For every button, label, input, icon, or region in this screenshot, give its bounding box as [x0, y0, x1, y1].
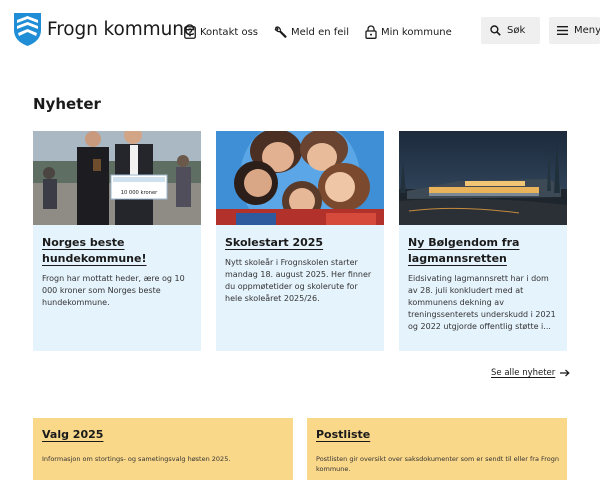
news-card[interactable]: Skolestart 2025 Nytt skoleår i Frognskol… [216, 131, 384, 351]
arrow-right-icon [560, 369, 570, 377]
coat-of-arms-icon[interactable] [14, 13, 41, 46]
valg-2025-text: Informasjon om stortings- og sametingsva… [42, 455, 231, 463]
menu-button[interactable]: Meny [549, 17, 600, 44]
postliste-title[interactable]: Postliste [316, 428, 370, 441]
postliste-text: Postlisten gir oversikt over saksdokumen… [316, 455, 560, 473]
see-all-news-link[interactable]: Se alle nyheter [491, 368, 570, 378]
news-image-building-render [399, 131, 567, 225]
menu-label: Meny [574, 25, 600, 36]
nav-kontakt-oss[interactable]: Kontakt oss [184, 24, 258, 40]
news-card-title[interactable]: Skolestart 2025 [225, 235, 377, 251]
news-card[interactable]: 10 000 kroner Norges beste hundekommune!… [33, 131, 201, 351]
award-sign-text: 10 000 kroner [121, 190, 158, 196]
site-brand-name[interactable]: Frogn kommune [47, 19, 195, 40]
question-box-icon [184, 25, 196, 39]
search-label: Søk [507, 25, 526, 36]
valg-2025-title[interactable]: Valg 2025 [42, 428, 103, 441]
news-card-text: Eidsivating lagmannsrett har i dom av 28… [408, 274, 556, 331]
nav-min-label: Min kommune [381, 26, 452, 38]
search-button[interactable]: Søk [481, 17, 540, 44]
news-card-title[interactable]: Norges beste hundekommune! [42, 235, 194, 267]
valg-2025-box[interactable]: Valg 2025 Informasjon om stortings- og s… [33, 418, 293, 480]
news-image-award-photo: 10 000 kroner [33, 131, 201, 225]
nav-min-kommune[interactable]: Min kommune [365, 24, 452, 40]
news-heading: Nyheter [33, 95, 101, 113]
nav-meld-label: Meld en feil [291, 26, 349, 38]
nav-kontakt-label: Kontakt oss [200, 26, 258, 38]
news-card-title[interactable]: Ny Bølgendom fra lagmannsretten [408, 235, 560, 267]
news-card[interactable]: Ny Bølgendom fra lagmannsretten Eidsivat… [399, 131, 567, 351]
news-image-children-photo [216, 131, 384, 225]
news-card-text: Frogn har mottatt heder, ære og 10 000 k… [42, 274, 185, 307]
nav-meld-en-feil[interactable]: Meld en feil [274, 24, 349, 40]
site-header: Frogn kommune Kontakt oss Meld en feil M… [0, 0, 600, 62]
postliste-box[interactable]: Postliste Postlisten gir oversikt over s… [307, 418, 567, 480]
wrench-icon [274, 25, 287, 38]
see-all-news-label: Se alle nyheter [491, 368, 556, 378]
lock-icon [365, 25, 377, 39]
search-icon [490, 25, 501, 36]
news-card-text: Nytt skoleår i Frognskolen starter manda… [225, 258, 372, 303]
hamburger-icon [557, 26, 568, 35]
